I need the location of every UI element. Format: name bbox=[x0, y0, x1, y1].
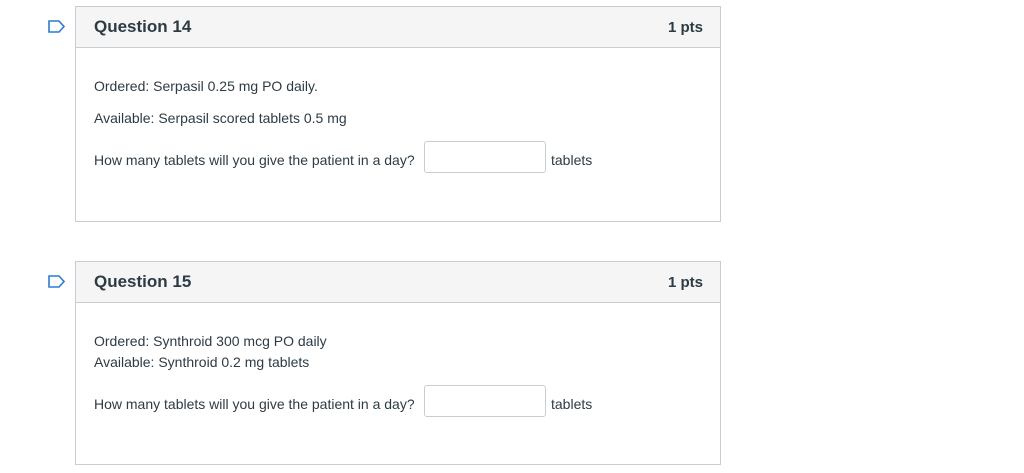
flag-question-icon[interactable] bbox=[48, 20, 66, 33]
question-header: Question 14 1 pts bbox=[76, 7, 720, 48]
answer-unit: tablets bbox=[551, 152, 593, 168]
question-points: 1 pts bbox=[667, 18, 703, 36]
answer-input[interactable] bbox=[424, 141, 546, 173]
question-card: Question 14 1 pts Ordered: Serpasil 0.25… bbox=[75, 6, 721, 222]
answer-input[interactable] bbox=[424, 385, 546, 417]
available-text: Available: Synthroid 0.2 mg tablets bbox=[94, 354, 310, 370]
question-title: Question 15 bbox=[94, 272, 192, 291]
question-points: 1 pts bbox=[667, 273, 703, 291]
question-title: Question 14 bbox=[94, 17, 192, 36]
question-prompt: How many tablets will you give the patie… bbox=[94, 396, 415, 412]
answer-unit: tablets bbox=[551, 396, 593, 412]
flag-question-icon[interactable] bbox=[48, 275, 66, 288]
ordered-text: Ordered: Synthroid 300 mcg PO daily bbox=[94, 333, 327, 349]
question-prompt: How many tablets will you give the patie… bbox=[94, 152, 415, 168]
question-card: Question 15 1 pts Ordered: Synthroid 300… bbox=[75, 261, 721, 465]
ordered-text: Ordered: Serpasil 0.25 mg PO daily. bbox=[94, 78, 318, 94]
question-header: Question 15 1 pts bbox=[76, 262, 720, 303]
available-text: Available: Serpasil scored tablets 0.5 m… bbox=[94, 110, 347, 126]
